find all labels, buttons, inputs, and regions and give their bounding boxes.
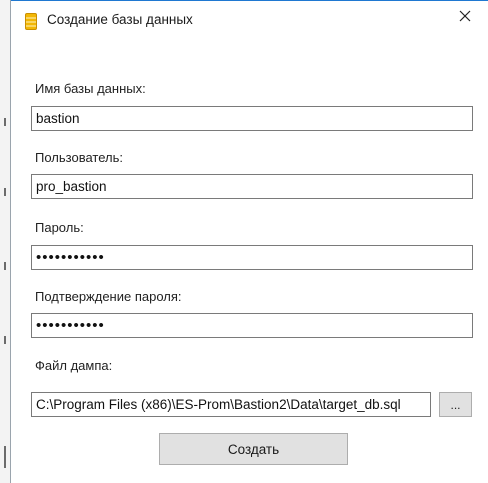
password-input[interactable]: ••••••••••• xyxy=(31,245,473,270)
edge-mark xyxy=(4,188,6,196)
background-window-edge xyxy=(0,0,10,483)
close-button[interactable] xyxy=(442,1,488,33)
user-input[interactable]: pro_bastion xyxy=(31,174,473,199)
password-confirm-input[interactable]: ••••••••••• xyxy=(31,313,473,338)
dump-file-label: Файл дампа: xyxy=(35,358,113,373)
window-border-left xyxy=(10,0,11,483)
password-confirm-label: Подтверждение пароля: xyxy=(35,289,182,304)
create-button[interactable]: Создать xyxy=(159,433,348,465)
edge-mark xyxy=(4,336,6,344)
edge-mark xyxy=(4,118,6,126)
db-name-input[interactable]: bastion xyxy=(31,106,473,131)
user-label: Пользователь: xyxy=(35,150,123,165)
db-name-label: Имя базы данных: xyxy=(35,81,146,96)
edge-mark xyxy=(4,446,6,468)
create-database-dialog: Создание базы данных Имя базы данных: ba… xyxy=(0,0,488,483)
close-icon xyxy=(459,10,471,25)
title-bar[interactable]: Создание базы данных xyxy=(11,1,488,33)
browse-button[interactable]: ... xyxy=(439,392,472,417)
window-title: Создание базы данных xyxy=(47,12,193,27)
dump-file-input[interactable]: C:\Program Files (x86)\ES-Prom\Bastion2\… xyxy=(31,392,431,417)
edge-mark xyxy=(4,262,6,270)
password-label: Пароль: xyxy=(35,220,84,235)
database-icon xyxy=(25,13,37,30)
